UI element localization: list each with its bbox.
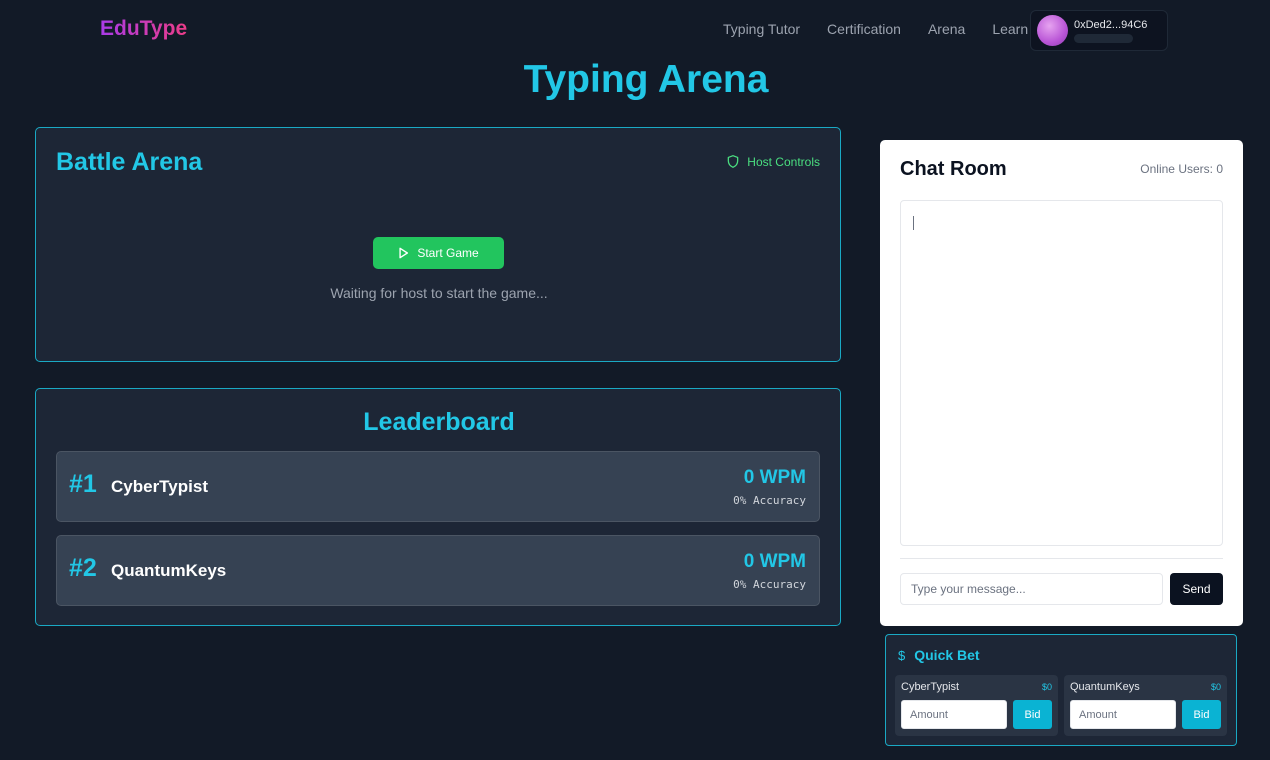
text-cursor	[913, 216, 914, 230]
bid-button[interactable]: Bid	[1182, 700, 1221, 729]
quick-bet-title: Quick Bet	[914, 647, 980, 663]
leaderboard-accuracy: 0% Accuracy	[733, 494, 806, 507]
bet-total-amount: $0	[1041, 682, 1052, 692]
bet-amount-input[interactable]	[1070, 700, 1176, 729]
wallet-balance-placeholder	[1074, 34, 1133, 43]
leaderboard-rank: #1	[69, 470, 97, 498]
bid-button[interactable]: Bid	[1013, 700, 1052, 729]
quick-bet-header: $ Quick Bet	[898, 647, 980, 663]
logo[interactable]: EduType	[100, 17, 187, 41]
play-icon	[399, 247, 409, 259]
main-nav: Typing Tutor Certification Arena Learn	[723, 21, 1028, 37]
leaderboard-row: #1 CyberTypist 0 WPM 0% Accuracy	[56, 451, 820, 522]
leaderboard-player-name: QuantumKeys	[111, 561, 227, 580]
game-status-text: Waiting for host to start the game...	[330, 285, 548, 301]
quick-bet-panel: $ Quick Bet CyberTypist $0 Bid QuantumKe…	[885, 634, 1237, 746]
online-users-count: Online Users: 0	[1140, 162, 1223, 176]
host-controls-button[interactable]: Host Controls	[726, 154, 820, 169]
wallet-button[interactable]: 0xDed2...94C6	[1030, 10, 1168, 51]
nav-link-arena[interactable]: Arena	[928, 21, 965, 37]
divider	[900, 558, 1223, 559]
leaderboard-panel: Leaderboard #1 CyberTypist 0 WPM 0% Accu…	[35, 388, 841, 626]
battle-arena-panel: Battle Arena Host Controls Start Game Wa…	[35, 127, 841, 362]
dollar-icon: $	[898, 647, 906, 663]
nav-link-learn[interactable]: Learn	[992, 21, 1028, 37]
send-button[interactable]: Send	[1170, 573, 1223, 605]
leaderboard-player-name: CyberTypist	[111, 477, 208, 496]
chat-room-title: Chat Room	[900, 158, 1007, 180]
nav-link-certification[interactable]: Certification	[827, 21, 901, 37]
avatar	[1037, 15, 1068, 46]
bet-amount-input[interactable]	[901, 700, 1007, 729]
battle-arena-title: Battle Arena	[56, 148, 203, 176]
host-controls-label: Host Controls	[747, 154, 820, 169]
bet-total-amount: $0	[1210, 682, 1221, 692]
leaderboard-wpm: 0 WPM	[743, 551, 806, 572]
page: EduType Typing Tutor Certification Arena…	[0, 0, 1270, 760]
leaderboard-accuracy: 0% Accuracy	[733, 578, 806, 591]
page-title: Typing Arena	[523, 58, 769, 101]
chat-message-input[interactable]	[900, 573, 1163, 605]
chat-messages-area[interactable]	[900, 200, 1223, 546]
leaderboard-wpm: 0 WPM	[743, 467, 806, 488]
chat-room-panel: Chat Room Online Users: 0 Send	[880, 140, 1243, 626]
wallet-address: 0xDed2...94C6	[1074, 19, 1148, 31]
bet-player-name: QuantumKeys	[1070, 681, 1140, 693]
shield-icon	[727, 155, 739, 168]
bet-card: QuantumKeys $0 Bid	[1064, 675, 1227, 736]
leaderboard-title: Leaderboard	[363, 408, 515, 436]
bet-player-name: CyberTypist	[901, 681, 960, 693]
start-game-button[interactable]: Start Game	[373, 237, 504, 269]
start-game-label: Start Game	[417, 246, 479, 260]
nav-link-typing-tutor[interactable]: Typing Tutor	[723, 21, 800, 37]
leaderboard-rank: #2	[69, 554, 97, 582]
bet-card: CyberTypist $0 Bid	[895, 675, 1058, 736]
leaderboard-row: #2 QuantumKeys 0 WPM 0% Accuracy	[56, 535, 820, 606]
